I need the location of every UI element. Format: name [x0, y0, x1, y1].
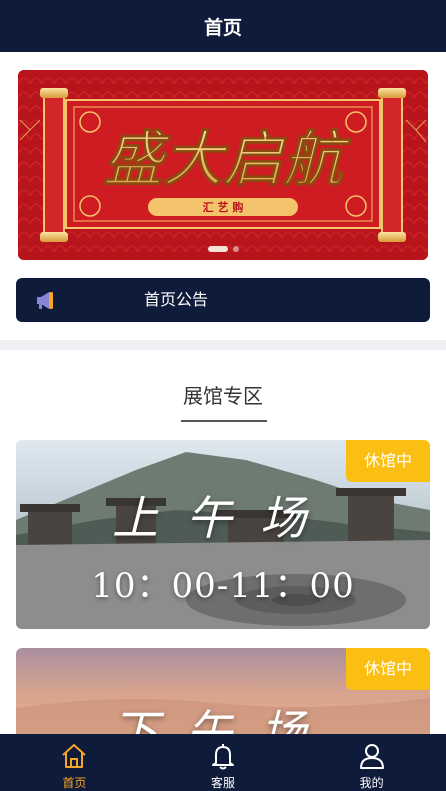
tab-mine[interactable]: 我的 [297, 734, 446, 791]
status-badge: 休馆中 [346, 648, 430, 690]
section-title: 展馆专区 [183, 384, 263, 408]
announcement-label: 首页公告 [144, 290, 209, 309]
page-title: 首页 [203, 16, 242, 39]
venue-title: 上午场 [112, 491, 334, 545]
tab-label: 首页 [62, 776, 87, 790]
banner-title: 盛大启航 [103, 125, 352, 195]
top-navbar: 首页 [0, 0, 446, 52]
carousel-indicator[interactable] [18, 246, 428, 252]
section-divider [0, 340, 446, 350]
venue-time: 10：00-11：00 [91, 566, 355, 606]
banner-subtitle: 汇 艺 购 [203, 200, 244, 214]
venue-card-morning[interactable]: 休馆中 上午场 10：00-11：00 [16, 440, 430, 629]
status-badge: 休馆中 [346, 440, 430, 482]
venue-card-afternoon[interactable]: 休馆中 下午场 [16, 648, 430, 748]
tab-home[interactable]: 首页 [0, 734, 149, 791]
tab-service[interactable]: 客服 [149, 734, 298, 791]
user-icon [359, 744, 384, 769]
carousel-dot-active[interactable] [207, 246, 228, 252]
announcement-bar[interactable]: 首页公告 [16, 278, 430, 322]
megaphone-icon [37, 292, 53, 309]
tab-label: 我的 [359, 776, 384, 790]
banner-image: 盛大启航 汇 艺 购 [18, 70, 428, 260]
section-title-underline [181, 420, 267, 422]
carousel-dot[interactable] [232, 246, 239, 252]
banner-carousel[interactable]: 盛大启航 汇 艺 购 [18, 70, 428, 260]
home-icon [62, 744, 87, 768]
bell-icon [212, 744, 234, 770]
tab-label: 客服 [211, 776, 236, 790]
bottom-tab-bar: 首页 客服 我的 [0, 734, 446, 791]
